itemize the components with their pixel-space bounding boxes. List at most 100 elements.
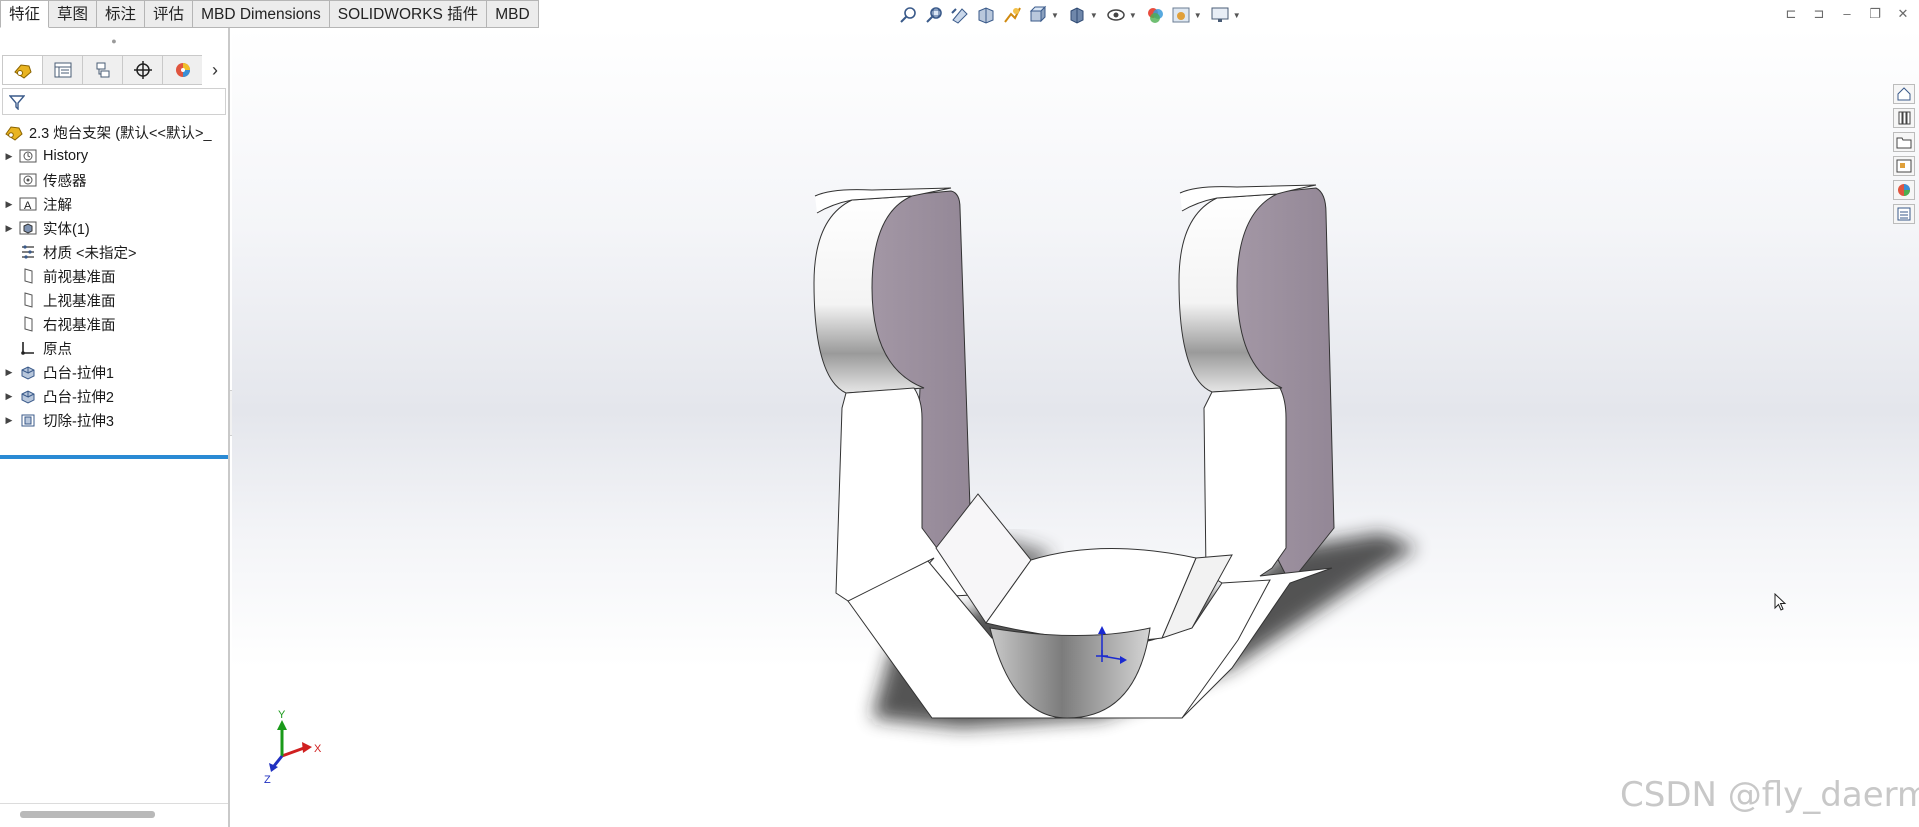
display-style-icon[interactable] [1067, 5, 1087, 25]
z-axis-label: Z [264, 774, 271, 786]
annotation-icon: A [18, 195, 38, 213]
chevron-down-icon[interactable]: ▼ [1233, 11, 1241, 20]
view-palette-icon[interactable] [1893, 156, 1915, 176]
tree-item-right-plane[interactable]: 右视基准面 [0, 312, 228, 336]
featuremanager-tab[interactable] [2, 55, 42, 85]
propertymanager-icon [54, 62, 71, 78]
tab-solidworks-addins[interactable]: SOLIDWORKS 插件 [329, 0, 488, 28]
configurationmanager-icon [96, 62, 109, 78]
tab-markup[interactable]: 标注 [97, 0, 146, 28]
solid-body-icon [18, 219, 38, 237]
custom-properties-icon[interactable] [1893, 204, 1915, 224]
section-view-icon[interactable] [976, 5, 996, 25]
expand-arrow-icon[interactable]: ▶ [0, 151, 18, 162]
tree-item-label: 实体(1) [43, 221, 90, 238]
tree-item-history[interactable]: ▶ History [0, 144, 228, 168]
restore-icon[interactable]: ❐ [1867, 6, 1883, 22]
tree-item-cut-extrude3[interactable]: ▶ 切除-拉伸3 [0, 408, 228, 432]
expand-arrow-icon[interactable]: ▶ [0, 415, 18, 426]
edit-appearance-icon[interactable] [1145, 5, 1165, 25]
featuremanager-icon [13, 64, 32, 79]
expand-arrow-icon[interactable]: ▶ [0, 199, 18, 210]
view-settings-icon[interactable] [1210, 5, 1230, 25]
part-name: 2.3 炮台支架 (默认<<默认>_ [29, 125, 212, 142]
displaymanager-tab[interactable] [162, 55, 202, 85]
expand-arrow-icon[interactable]: ▶ [0, 223, 18, 234]
x-axis-line [281, 746, 305, 758]
part-icon [4, 123, 24, 141]
rollback-bar[interactable] [0, 455, 228, 459]
boss-extrude-icon [18, 363, 38, 381]
tab-evaluate[interactable]: 评估 [145, 0, 194, 28]
reference-triad: X Y Z [262, 708, 332, 788]
panel-grip[interactable]: ● [0, 28, 228, 54]
z-axis-line [272, 755, 284, 767]
tree-item-label: 传感器 [43, 173, 87, 190]
svg-text:A: A [24, 200, 32, 212]
configurationmanager-tab[interactable] [82, 55, 122, 85]
hide-show-items-icon[interactable] [1106, 5, 1126, 25]
tile-left-icon[interactable]: ⊏ [1783, 6, 1799, 22]
tree-item-boss-extrude1[interactable]: ▶ 凸台-拉伸1 [0, 360, 228, 384]
chevron-down-icon[interactable]: ▼ [1090, 11, 1098, 20]
tree-item-sensors[interactable]: 传感器 [0, 168, 228, 192]
mouse-cursor-icon [1774, 593, 1787, 611]
dimxpertmanager-tab[interactable] [122, 55, 162, 85]
tree-item-boss-extrude2[interactable]: ▶ 凸台-拉伸2 [0, 384, 228, 408]
tree-item-material[interactable]: 材质 <未指定> [0, 240, 228, 264]
apply-scene-icon[interactable] [1171, 5, 1191, 25]
tree-item-annotations[interactable]: ▶ A 注解 [0, 192, 228, 216]
tree-root-part[interactable]: 2.3 炮台支架 (默认<<默认>_ [0, 120, 228, 144]
tree-item-label: History [43, 148, 89, 164]
tab-mbd[interactable]: MBD [487, 0, 539, 28]
tree-item-label: 右视基准面 [43, 317, 116, 334]
zoom-to-fit-icon[interactable] [898, 5, 918, 25]
x-axis-label: X [314, 743, 322, 755]
tree-item-label: 材质 <未指定> [43, 245, 137, 262]
horizontal-scrollbar[interactable] [20, 811, 155, 818]
close-icon[interactable]: ✕ [1895, 6, 1911, 22]
tab-mbd-dimensions[interactable]: MBD Dimensions [193, 0, 330, 28]
solidworks-resources-icon[interactable] [1893, 84, 1915, 104]
appearances-icon[interactable] [1893, 180, 1915, 200]
propertymanager-tab[interactable] [42, 55, 82, 85]
graphics-area[interactable]: X Y Z [232, 28, 1919, 827]
chevron-down-icon[interactable]: ▼ [1051, 11, 1059, 20]
watermark-text: CSDN @fly_daerm [1620, 775, 1919, 815]
design-library-icon[interactable] [1893, 108, 1915, 128]
feature-manager-panel: ● › 2.3 炮台支架 (默认<<默认>_ ▶ History 传感器 ▶ A… [0, 28, 230, 827]
chevron-down-icon[interactable]: ▼ [1194, 11, 1202, 20]
expand-arrow-icon[interactable]: ▶ [0, 391, 18, 402]
tab-features[interactable]: 特征 [0, 0, 50, 28]
tree-item-label: 注解 [43, 197, 72, 214]
plane-icon [18, 315, 38, 333]
command-manager-tabs: 特征 草图 标注 评估 MBD Dimensions SOLIDWORKS 插件… [0, 0, 539, 28]
tree-item-label: 切除-拉伸3 [43, 413, 114, 430]
divider [0, 803, 228, 804]
expand-arrow-icon[interactable]: ▶ [0, 367, 18, 378]
tree-item-origin[interactable]: 原点 [0, 336, 228, 360]
tree-filter[interactable] [2, 88, 226, 115]
tab-sketch[interactable]: 草图 [49, 0, 98, 28]
y-axis-label: Y [278, 709, 286, 721]
file-explorer-icon[interactable] [1893, 132, 1915, 152]
tile-right-icon[interactable]: ⊐ [1811, 6, 1827, 22]
minimize-icon[interactable]: – [1839, 6, 1855, 22]
chevron-down-icon[interactable]: ▼ [1129, 11, 1137, 20]
tree-item-front-plane[interactable]: 前视基准面 [0, 264, 228, 288]
tree-item-label: 前视基准面 [43, 269, 116, 286]
feature-tree: 2.3 炮台支架 (默认<<默认>_ ▶ History 传感器 ▶ A 注解 … [0, 120, 228, 432]
tree-item-top-plane[interactable]: 上视基准面 [0, 288, 228, 312]
previous-view-icon[interactable] [950, 5, 970, 25]
chevron-right-icon[interactable]: › [202, 55, 228, 85]
material-icon [18, 243, 38, 261]
boss-extrude-icon [18, 387, 38, 405]
part-model [813, 184, 1417, 728]
history-icon [18, 147, 38, 165]
zoom-to-area-icon[interactable] [924, 5, 944, 25]
origin-icon [18, 339, 38, 357]
tree-item-solid-bodies[interactable]: ▶ 实体(1) [0, 216, 228, 240]
view-orientation-icon[interactable] [1028, 5, 1048, 25]
dynamic-annotation-icon[interactable] [1002, 5, 1022, 25]
dimxpert-icon [133, 61, 152, 79]
